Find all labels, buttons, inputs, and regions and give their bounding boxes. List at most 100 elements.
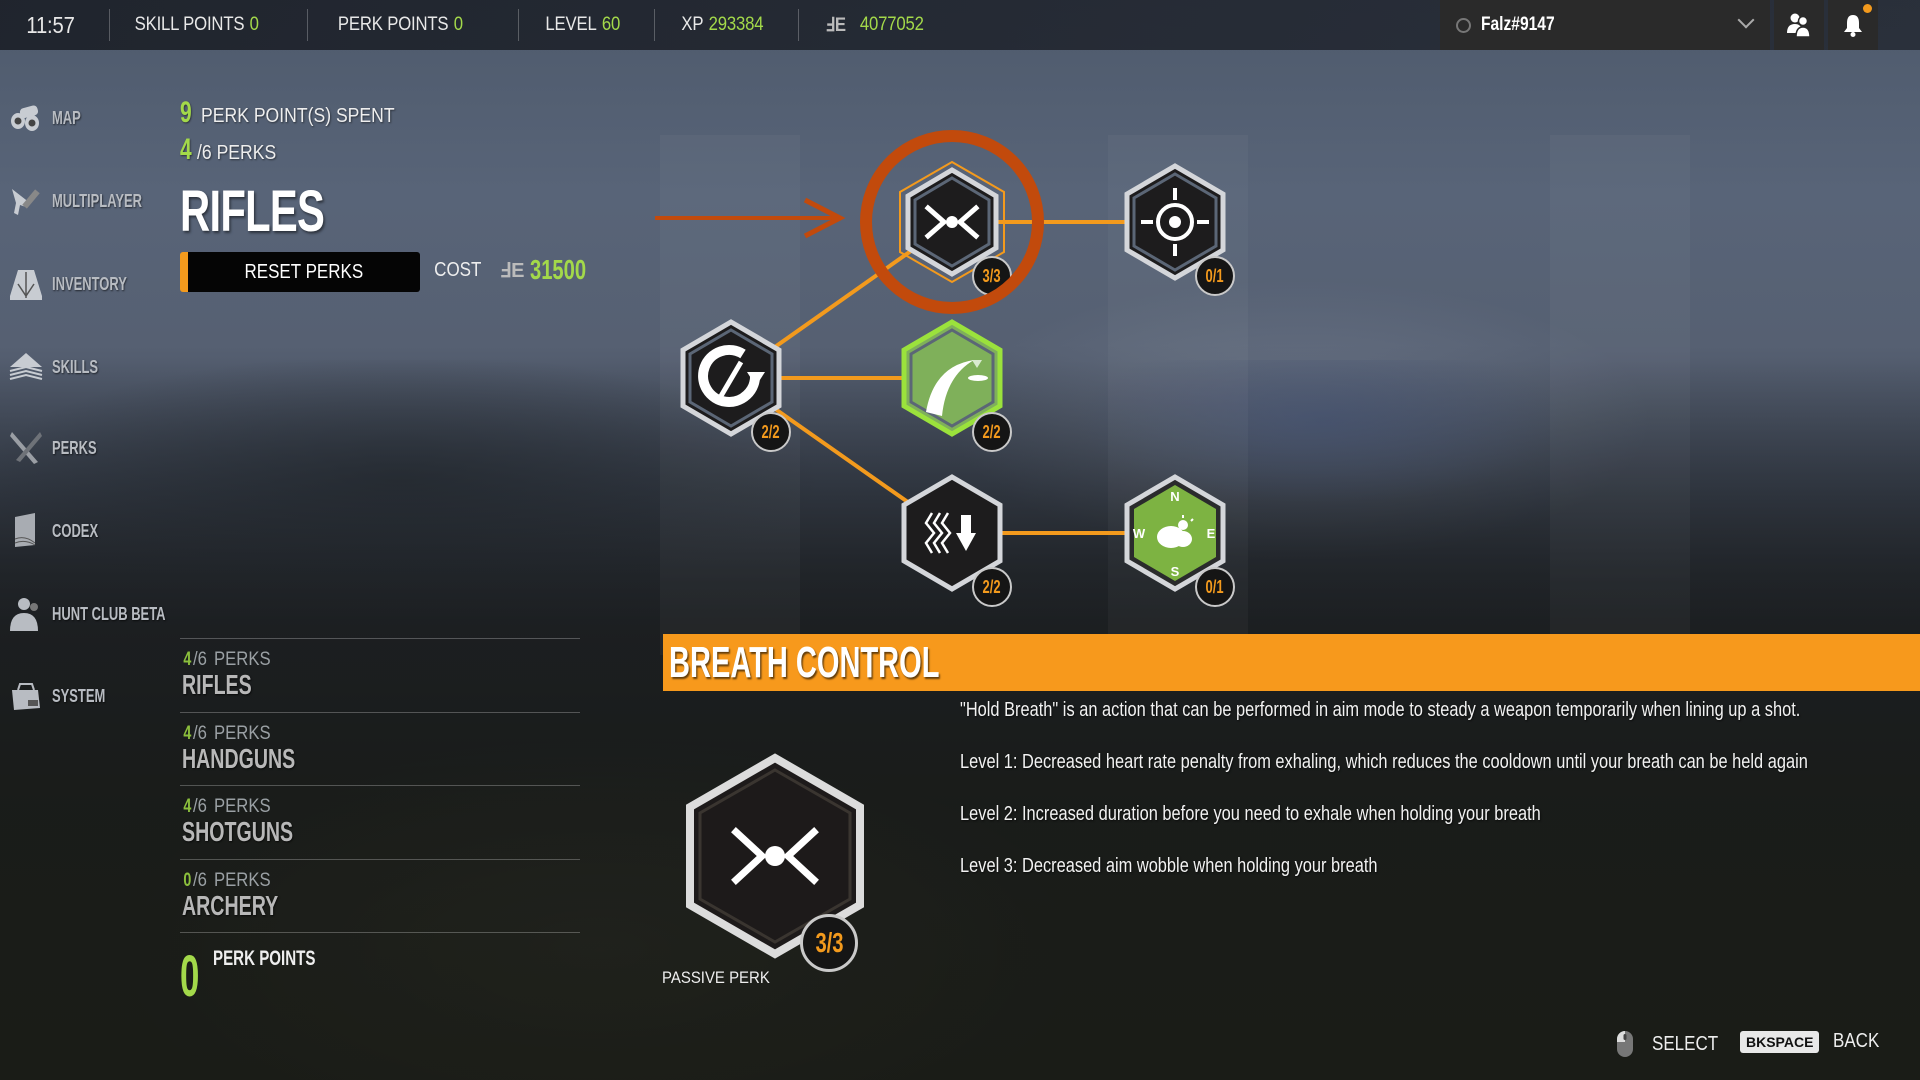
perk-points-value: 0 (453, 14, 463, 35)
hunter-icon (8, 596, 44, 632)
sidebar-item-system[interactable]: SYSTEM (8, 676, 126, 716)
book-icon (8, 513, 44, 549)
rank-text: 0/1 (1205, 265, 1225, 286)
rank-badge: 2/2 (751, 412, 791, 452)
total-count: /6 (192, 869, 207, 891)
sidebar-item-map[interactable]: MAP (8, 98, 92, 138)
perk-points-value: 0 (180, 944, 200, 1009)
description-line: Level 2: Increased duration before you n… (960, 803, 1541, 825)
level-label: LEVEL (545, 14, 597, 35)
friends-icon (1787, 13, 1811, 38)
sidebar-item-label: MAP (52, 107, 81, 128)
category-name: RIFLES (182, 669, 252, 700)
cost-value: 31500 (530, 254, 587, 285)
total-count: /6 (192, 796, 207, 817)
perk-detail-header: BREATH CONTROL (663, 634, 1920, 691)
perks-word: PERKS (213, 722, 271, 744)
category-count: 4/6 PERKS (182, 796, 580, 818)
chevrons-up-icon (8, 349, 44, 385)
backspace-key: BKSPACE (1740, 1030, 1820, 1053)
currency-icon: ℲE (825, 14, 846, 36)
perk-node-exhale[interactable]: 2/2 (890, 471, 1014, 607)
notifications-button[interactable] (1828, 0, 1878, 50)
cost-label: COST (434, 258, 482, 281)
toolbox-icon (8, 678, 44, 714)
xp-value: 293384 (708, 14, 764, 35)
perk-node-wind[interactable]: N E S W 0/1 (1113, 471, 1237, 607)
category-title: RIFLES (180, 179, 325, 244)
compass-n: N (1170, 489, 1179, 504)
level-value: 60 (601, 14, 620, 35)
perk-description: "Hold Breath" is an action that can be p… (960, 696, 1920, 904)
clock: 11:57 (26, 11, 75, 38)
sidebar-item-hunt-club[interactable]: HUNT CLUB BETA (8, 594, 210, 634)
perk-node-crosshair[interactable]: 0/1 (1113, 160, 1237, 296)
category-name: ARCHERY (182, 889, 279, 921)
select-hint[interactable]: SELECT (1616, 1030, 1730, 1058)
category-name: SHOTGUNS (182, 816, 294, 847)
perk-points: PERK POINTS 0 (308, 0, 493, 50)
rank-badge: 2/2 (972, 412, 1012, 452)
backpack-icon (8, 266, 44, 302)
perk-node-breath-control[interactable]: 3/3 (890, 160, 1014, 296)
perk-node-reload[interactable]: 2/2 (669, 316, 793, 452)
category-item-handguns[interactable]: 4/6 PERKS HANDGUNS (180, 711, 580, 786)
description-line: Level 3: Decreased aim wobble when holdi… (960, 855, 1378, 877)
perks-word: PERKS (213, 649, 271, 670)
compass-w: W (1133, 526, 1146, 541)
friends-button[interactable] (1774, 0, 1824, 50)
perk-type-label: PASSIVE PERK (662, 968, 770, 987)
reset-cost: COST ℲE 31500 (430, 254, 608, 286)
xp: XP 293384 (655, 0, 781, 50)
perk-points-label: PERK POINTS (213, 947, 316, 970)
rank-text: 3/3 (982, 265, 1002, 286)
crossed-knives-icon (8, 430, 44, 466)
perks-owned: 4 /6 PERKS (180, 133, 287, 167)
sidebar-item-label: INVENTORY (52, 273, 127, 294)
available-perk-points: 0 PERK POINTS (180, 932, 580, 1012)
rank-text: 2/2 (761, 421, 781, 442)
perks-word: PERKS (213, 869, 271, 891)
perk-node-trajectory[interactable]: 2/2 (890, 316, 1014, 452)
money: ℲE 4077052 (799, 0, 948, 50)
sidebar-item-skills[interactable]: SKILLS (8, 347, 116, 387)
category-item-archery[interactable]: 0/6 PERKS ARCHERY (180, 858, 580, 933)
sidebar-item-label: MULTIPLAYER (52, 190, 143, 211)
category-count: 4/6 PERKS (182, 649, 580, 671)
rank-text: 2/2 (982, 576, 1002, 597)
sidebar-item-label: SKILLS (52, 356, 99, 377)
sidebar-item-perks[interactable]: PERKS (8, 428, 114, 468)
sidebar-item-multiplayer[interactable]: MULTIPLAYER (8, 181, 177, 221)
points-spent: 9 PERK POINT(S) SPENT (180, 96, 421, 130)
skill-points: SKILL POINTS 0 (110, 0, 283, 50)
rank-badge: 3/3 (972, 256, 1012, 296)
back-hint[interactable]: BKSPACE BACK (1740, 1030, 1888, 1053)
total-count: /6 (192, 649, 207, 670)
tree-column-bg (1550, 135, 1690, 655)
compass-e: E (1207, 526, 1216, 541)
skill-points-value: 0 (249, 14, 259, 35)
owned-count: 4 (183, 649, 192, 670)
perks-owned-label: /6 PERKS (196, 142, 276, 164)
money-value: 4077052 (859, 14, 924, 35)
chevron-down-icon (1737, 11, 1755, 29)
reset-perks-button[interactable]: RESET PERKS (180, 252, 420, 292)
category-name: HANDGUNS (182, 742, 296, 774)
rank-badge: 2/2 (972, 567, 1012, 607)
category-item-shotguns[interactable]: 4/6 PERKS SHOTGUNS (180, 785, 580, 859)
sidebar-item-label: SYSTEM (52, 685, 106, 706)
user-dropdown[interactable]: Falz#9147 (1440, 0, 1770, 50)
level: LEVEL 60 (519, 0, 638, 50)
perks-owned-value: 4 (180, 133, 192, 166)
category-item-rifles[interactable]: 4/6 PERKS RIFLES (180, 638, 580, 712)
sidebar-item-codex[interactable]: CODEX (8, 511, 116, 551)
reset-perks-label: RESET PERKS (244, 260, 364, 283)
sidebar-item-inventory[interactable]: INVENTORY (8, 264, 156, 304)
owned-count: 0 (183, 869, 192, 891)
category-list: 4/6 PERKS RIFLES 4/6 PERKS HANDGUNS 4/6 … (180, 638, 580, 1012)
rank-text: 3/3 (814, 927, 844, 958)
online-status-icon (1456, 17, 1471, 33)
perk-detail-title: BREATH CONTROL (669, 637, 940, 687)
skill-points-label: SKILL POINTS (134, 14, 245, 35)
category-count: 0/6 PERKS (182, 870, 580, 892)
